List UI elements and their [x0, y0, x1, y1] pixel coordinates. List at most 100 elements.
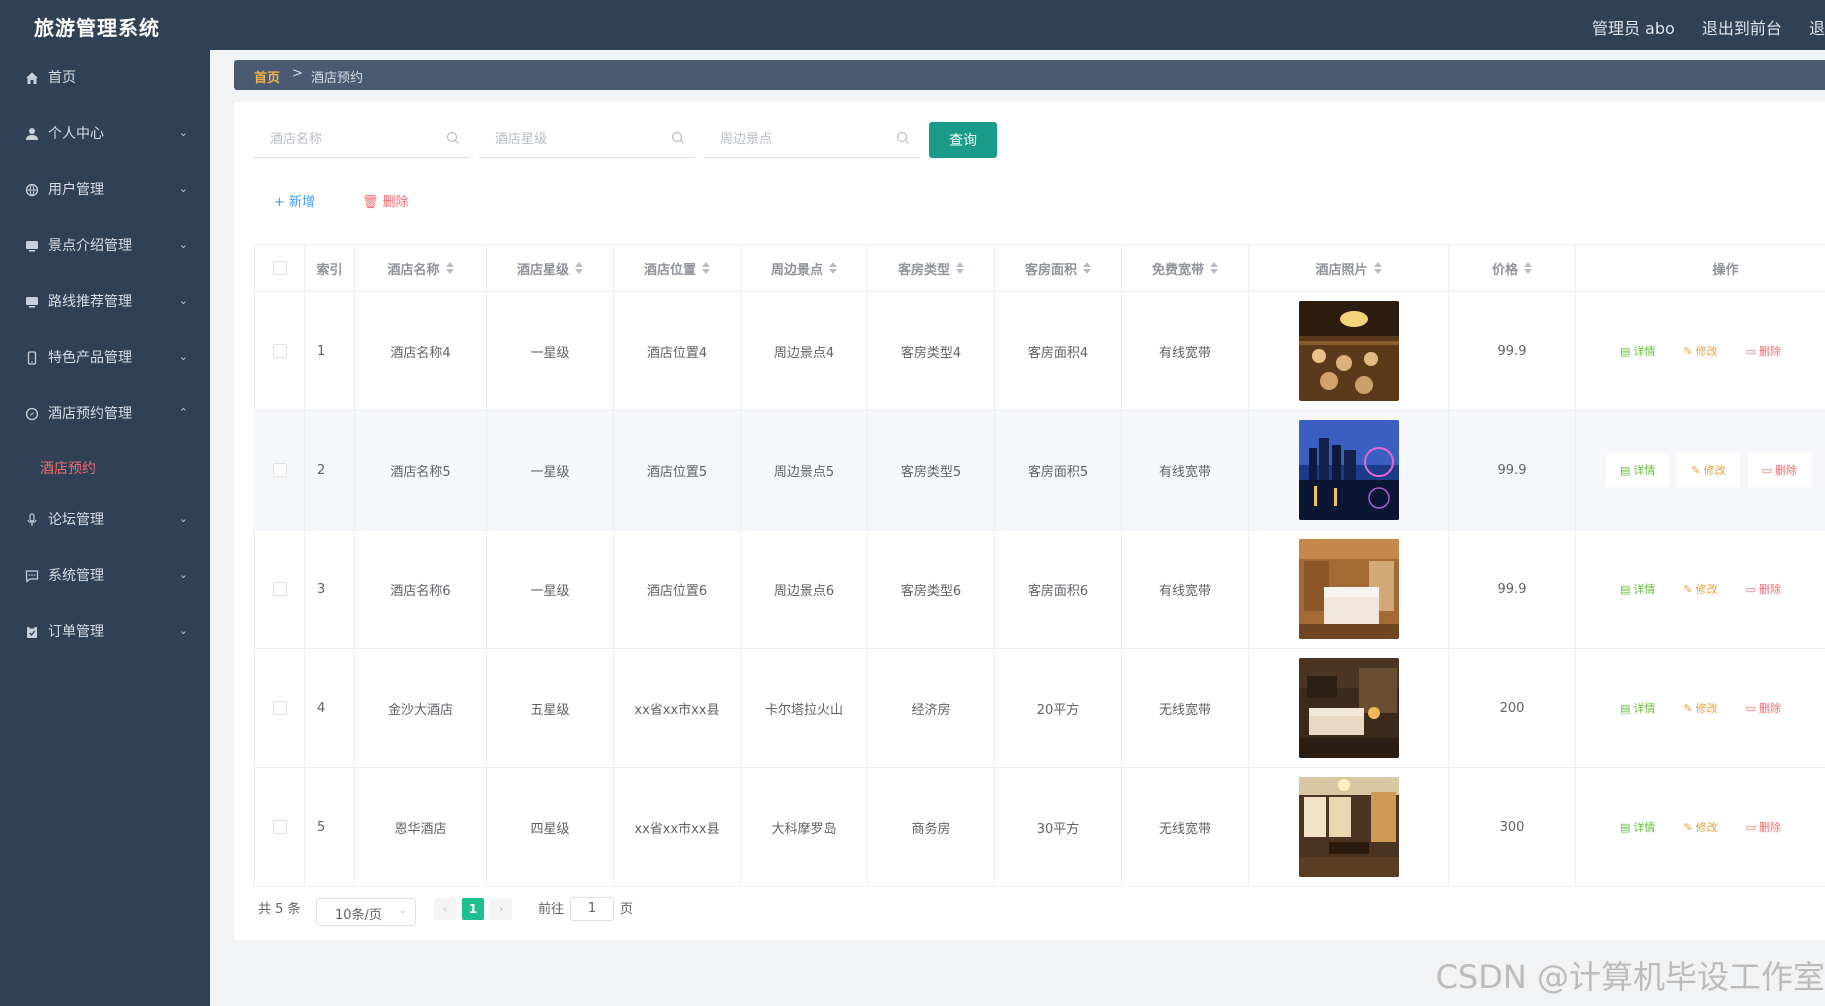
row-select-cell — [255, 768, 305, 886]
remove-button[interactable]: ▭ 删除 — [1732, 691, 1795, 725]
table-row[interactable]: 2 酒店名称5 一星级 酒店位置5 周边景点5 客房类型5 客房面积5 有线宽带 99.9 ▤ 详情… — [255, 411, 1825, 530]
remove-button[interactable]: ▭ 删除 — [1732, 572, 1795, 606]
detail-button[interactable]: ▤ 详情 — [1606, 453, 1670, 487]
cell-star: 一星级 — [487, 411, 614, 529]
cell-actions: ▤ 详情 ✎ 修改 ▭ 删除 — [1576, 411, 1825, 529]
hotel-photo-image[interactable] — [1298, 420, 1399, 520]
prev-page-button[interactable]: ‹ — [434, 898, 456, 920]
column-header[interactable]: 免费宽带 — [1122, 245, 1249, 291]
select-all-checkbox[interactable] — [272, 261, 287, 275]
row-checkbox[interactable] — [272, 582, 287, 596]
column-header[interactable]: 酒店位置 — [614, 245, 741, 291]
table-row[interactable]: 3 酒店名称6 一星级 酒店位置6 周边景点6 客房类型6 客房面积6 有线宽带 99.9 ▤ 详情… — [255, 530, 1825, 649]
cell-nearby: 周边景点6 — [741, 530, 868, 648]
row-select-cell — [255, 649, 305, 767]
detail-button[interactable]: ▤ 详情 — [1606, 691, 1669, 725]
chevron-down-icon: ⌄ — [178, 294, 188, 307]
breadcrumb-home[interactable]: 首页 — [254, 67, 280, 86]
edit-button[interactable]: ✎ 修改 — [1677, 453, 1740, 487]
sidebar-item-products[interactable]: 特色产品管理 ⌄ — [0, 330, 210, 386]
hotel-photo-image[interactable] — [1298, 658, 1399, 758]
hotel-star-input[interactable] — [479, 120, 659, 158]
edit-button[interactable]: ✎ 修改 — [1669, 691, 1731, 725]
sort-icon — [1083, 262, 1091, 274]
document-icon: ▤ — [1620, 463, 1631, 477]
sidebar-item-system[interactable]: 系统管理 ⌄ — [0, 548, 210, 604]
table-row[interactable]: 1 酒店名称4 一星级 酒店位置4 周边景点4 客房类型4 客房面积4 有线宽带 99.9 ▤ 详情… — [255, 292, 1825, 411]
goto-page-input[interactable]: 1 — [570, 897, 614, 921]
remove-button[interactable]: ▭ 删除 — [1747, 453, 1812, 487]
sidebar-item-forum[interactable]: 论坛管理 ⌄ — [0, 492, 210, 548]
cell-price: 99.9 — [1449, 530, 1576, 648]
sidebar-item-label: 特色产品管理 — [48, 350, 132, 366]
cell-area: 客房面积5 — [995, 411, 1122, 529]
cell-actions: ▤ 详情 ✎ 修改 ▭ 删除 — [1576, 768, 1825, 886]
nearby-input[interactable] — [704, 120, 884, 158]
search-icon — [896, 131, 909, 144]
row-checkbox[interactable] — [272, 820, 287, 834]
cell-location: xx省xx市xx县 — [614, 768, 741, 886]
edit-button[interactable]: ✎ 修改 — [1669, 810, 1731, 844]
sort-icon — [1210, 262, 1218, 274]
column-header[interactable]: 周边景点 — [741, 245, 868, 291]
page-number-current[interactable]: 1 — [462, 898, 484, 920]
pencil-icon: ✎ — [1683, 701, 1693, 715]
column-header[interactable]: 客房类型 — [868, 245, 995, 291]
remove-button[interactable]: ▭ 删除 — [1732, 810, 1795, 844]
query-button[interactable]: 查询 — [929, 122, 997, 158]
front-page-link[interactable]: 退出到前台 — [1702, 19, 1782, 38]
pagination-total: 共 5 条 — [258, 902, 301, 917]
column-header[interactable]: 酒店名称 — [355, 245, 487, 291]
sidebar-item-routes[interactable]: 路线推荐管理 ⌄ — [0, 274, 210, 330]
sort-icon — [956, 262, 964, 274]
sidebar-item-hotel-booking[interactable]: 酒店预约管理 ⌃ — [0, 386, 210, 442]
cell-name: 酒店名称6 — [355, 530, 487, 648]
cell-room-type: 经济房 — [868, 649, 995, 767]
hotel-photo-image[interactable] — [1298, 777, 1399, 877]
add-button[interactable]: + 新增 — [274, 191, 315, 210]
hotel-name-input[interactable] — [254, 120, 434, 158]
sidebar-item-orders[interactable]: 订单管理 ⌄ — [0, 604, 210, 660]
delete-button[interactable]: 🗑 删除 — [362, 191, 409, 210]
table-row[interactable]: 5 恩华酒店 四星级 xx省xx市xx县 大科摩罗岛 商务房 30平方 无线宽带 300 ▤ 详情 ✎… — [255, 768, 1825, 887]
cell-name: 酒店名称4 — [355, 292, 487, 410]
hotel-photo-image[interactable] — [1298, 301, 1399, 401]
next-page-button[interactable]: › — [490, 898, 512, 920]
sidebar-item-personal-center[interactable]: 个人中心 ⌄ — [0, 106, 210, 162]
remove-button[interactable]: ▭ 删除 — [1732, 334, 1795, 368]
row-checkbox[interactable] — [272, 344, 287, 358]
sidebar-subitem-label: 酒店预约 — [40, 461, 96, 477]
admin-user-label[interactable]: 管理员 abo — [1592, 19, 1675, 38]
breadcrumb-current: 酒店预约 — [311, 71, 364, 86]
detail-button[interactable]: ▤ 详情 — [1606, 810, 1669, 844]
row-checkbox[interactable] — [272, 463, 287, 477]
trash-icon: ▭ — [1761, 463, 1773, 477]
sidebar-item-users[interactable]: 用户管理 ⌄ — [0, 162, 210, 218]
column-header[interactable]: 酒店照片 — [1249, 245, 1449, 291]
chevron-down-icon: ⌄ — [178, 238, 188, 251]
page-size-select[interactable]: 10条/页 ⌄ — [316, 898, 416, 926]
detail-button[interactable]: ▤ 详情 — [1606, 572, 1669, 606]
column-header[interactable]: 价格 — [1449, 245, 1576, 291]
cell-area: 20平方 — [995, 649, 1122, 767]
edit-button[interactable]: ✎ 修改 — [1669, 334, 1731, 368]
sidebar-item-attractions[interactable]: 景点介绍管理 ⌄ — [0, 218, 210, 274]
row-checkbox[interactable] — [272, 701, 287, 715]
hotel-photo-image[interactable] — [1298, 539, 1399, 639]
app-title: 旅游管理系统 — [34, 16, 160, 40]
cell-nearby: 周边景点5 — [741, 411, 868, 529]
logout-link[interactable]: 退 — [1809, 19, 1825, 38]
table-row[interactable]: 4 金沙大酒店 五星级 xx省xx市xx县 卡尔塔拉火山 经济房 20平方 无线宽带 200 ▤ 详… — [255, 649, 1825, 768]
sidebar-item-home[interactable]: 首页 — [0, 50, 210, 106]
sort-icon — [1373, 262, 1382, 274]
trash-icon: ▭ — [1745, 582, 1757, 596]
detail-button[interactable]: ▤ 详情 — [1606, 334, 1669, 368]
cell-price: 99.9 — [1449, 411, 1576, 529]
sidebar-item-label: 首页 — [48, 70, 76, 86]
cell-photo — [1249, 768, 1449, 886]
sidebar-subitem-hotel-booking[interactable]: 酒店预约 — [0, 442, 210, 492]
column-header[interactable]: 客房面积 — [995, 245, 1122, 291]
column-header[interactable]: 酒店星级 — [487, 245, 614, 291]
chevron-down-icon: ⌄ — [178, 182, 188, 195]
edit-button[interactable]: ✎ 修改 — [1669, 572, 1731, 606]
